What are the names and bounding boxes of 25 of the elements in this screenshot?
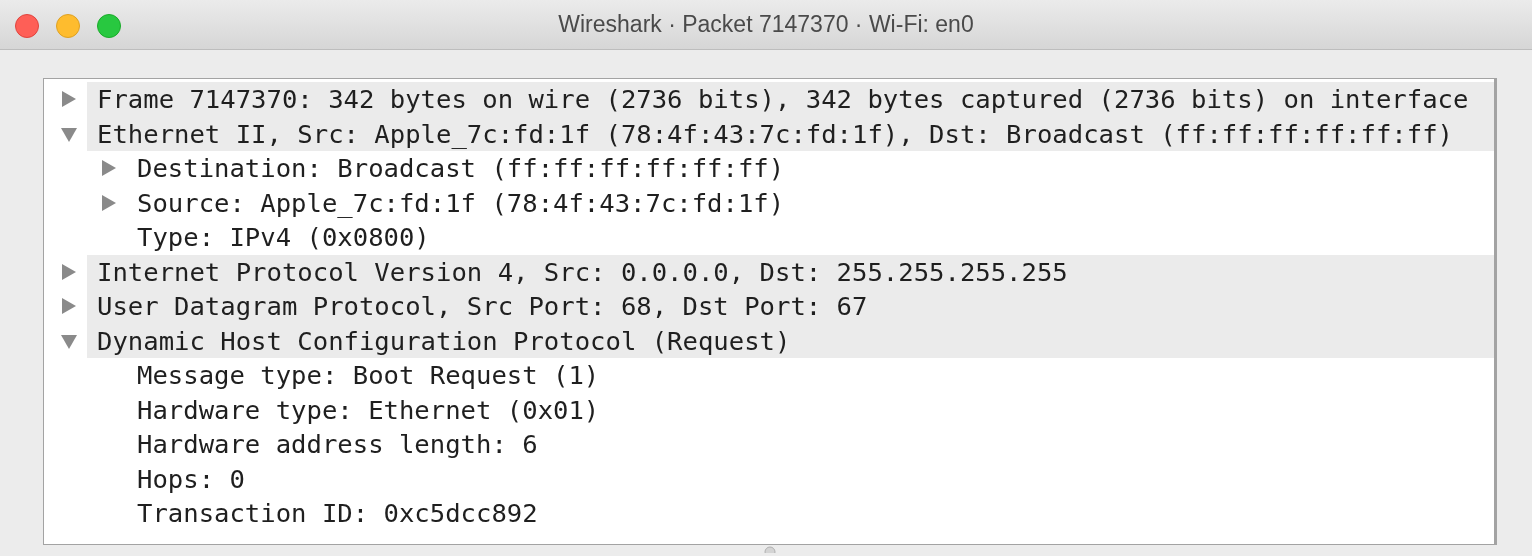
- tree-item[interactable]: Dynamic Host Configuration Protocol (Request): [87, 323, 1494, 358]
- tree-item[interactable]: Transaction ID: 0xc5dcc892: [127, 496, 1494, 531]
- expand-arrow-icon[interactable]: [101, 194, 117, 211]
- close-button[interactable]: [15, 14, 39, 38]
- minimize-button[interactable]: [56, 14, 80, 38]
- tree-item[interactable]: Source: Apple_7c:fd:1f (78:4f:43:7c:fd:1f): [127, 185, 1494, 220]
- tree-item[interactable]: Ethernet II, Src: Apple_7c:fd:1f (78:4f:43:7c:fd:1f), Dst: Broadcast (ff:ff:ff:ff:ff:ff): [87, 116, 1494, 151]
- tree-item[interactable]: Destination: Broadcast (ff:ff:ff:ff:ff:ff): [127, 151, 1494, 186]
- expand-arrow-icon[interactable]: [61, 263, 77, 280]
- tree-item[interactable]: Hops: 0: [127, 461, 1494, 496]
- splitter-handle-icon[interactable]: [764, 545, 776, 553]
- window-title: Wireshark · Packet 7147370 · Wi-Fi: en0: [558, 11, 974, 38]
- tree-item[interactable]: Internet Protocol Version 4, Src: 0.0.0.0, Dst: 255.255.255.255: [87, 254, 1494, 289]
- maximize-button[interactable]: [97, 14, 121, 38]
- collapse-arrow-icon[interactable]: [61, 125, 77, 142]
- expand-arrow-icon[interactable]: [101, 160, 117, 177]
- tree-item[interactable]: Type: IPv4 (0x0800): [127, 220, 1494, 255]
- expand-arrow-icon[interactable]: [61, 298, 77, 315]
- tree-item[interactable]: User Datagram Protocol, Src Port: 68, Dst Port: 67: [87, 289, 1494, 324]
- tree-item[interactable]: Hardware type: Ethernet (0x01): [127, 392, 1494, 427]
- tree-item[interactable]: Hardware address length: 6: [127, 427, 1494, 462]
- collapse-arrow-icon[interactable]: [61, 332, 77, 349]
- tree-item[interactable]: Frame 7147370: 342 bytes on wire (2736 bits), 342 bytes captured (2736 bits) on interface: [87, 82, 1494, 117]
- expand-arrow-icon[interactable]: [61, 91, 77, 108]
- tree-item[interactable]: Message type: Boot Request (1): [127, 358, 1494, 393]
